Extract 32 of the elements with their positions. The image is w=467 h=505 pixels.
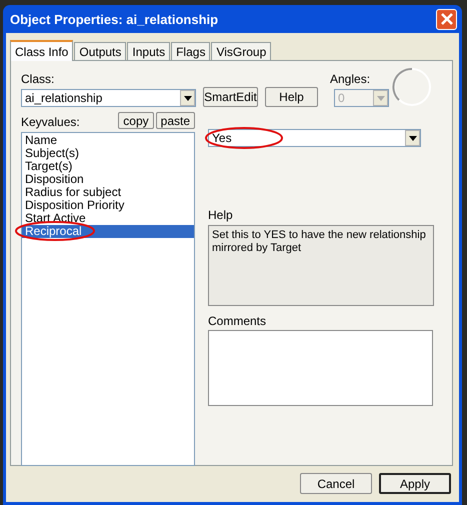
- angle-dial-icon[interactable]: [392, 67, 432, 107]
- angles-label: Angles:: [330, 72, 372, 86]
- keyvalues-label: Keyvalues:: [21, 115, 81, 129]
- keyvalue-item[interactable]: Disposition Priority: [22, 199, 194, 212]
- help-label: Help: [208, 208, 234, 222]
- keyvalue-item[interactable]: Reciprocal: [22, 225, 194, 238]
- help-button[interactable]: Help: [265, 87, 318, 107]
- value-dropdown[interactable]: Yes: [208, 129, 421, 147]
- comments-field[interactable]: [208, 330, 433, 406]
- tab[interactable]: Inputs: [127, 42, 170, 60]
- close-button[interactable]: [436, 8, 457, 30]
- comments-label: Comments: [208, 314, 268, 328]
- dialog-button[interactable]: Cancel: [300, 473, 372, 494]
- window-title: Object Properties: ai_relationship: [10, 12, 218, 26]
- keyvalue-item[interactable]: Target(s): [22, 160, 194, 173]
- keyvalue-item[interactable]: Disposition: [22, 173, 194, 186]
- tab[interactable]: Outputs: [74, 42, 126, 60]
- dialog-button[interactable]: Apply: [379, 473, 451, 494]
- tab[interactable]: Flags: [171, 42, 210, 60]
- keyvalue-item[interactable]: Start Active: [22, 212, 194, 225]
- tab[interactable]: VisGroup: [211, 42, 272, 60]
- copy-button[interactable]: copy: [118, 112, 154, 129]
- keyvalue-item[interactable]: Radius for subject: [22, 186, 194, 199]
- paste-button[interactable]: paste: [156, 112, 195, 129]
- keyvalue-item[interactable]: Subject(s): [22, 147, 194, 160]
- smartedit-button[interactable]: SmartEdit: [203, 87, 258, 107]
- keyvalue-item[interactable]: Name: [22, 134, 194, 147]
- class-dropdown[interactable]: ai_relationship: [21, 89, 196, 107]
- tab[interactable]: Class Info: [10, 40, 74, 61]
- class-label: Class:: [21, 72, 56, 86]
- close-icon: [440, 12, 454, 26]
- help-text: Set this to YES to have the new relationship mirrored by Target: [212, 229, 426, 254]
